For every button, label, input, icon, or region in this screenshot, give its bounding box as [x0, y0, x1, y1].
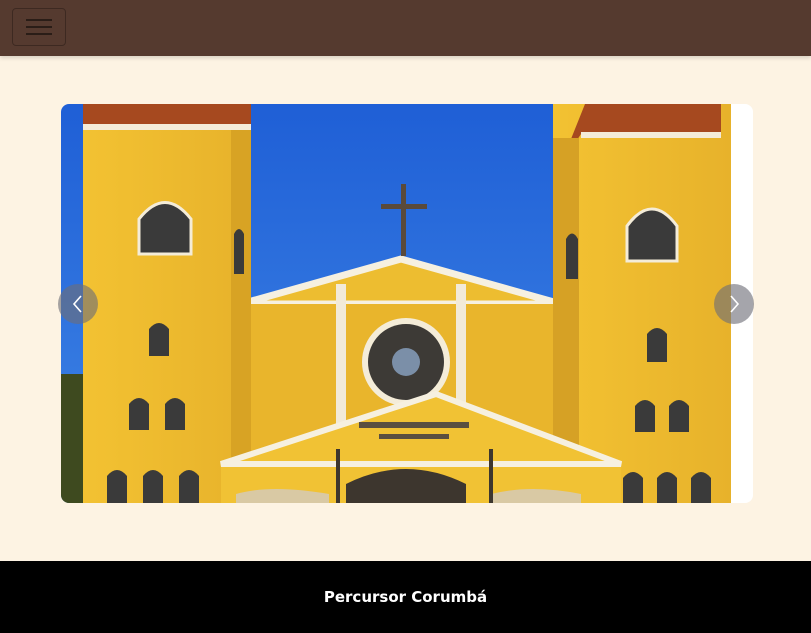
- chevron-left-icon: [72, 295, 82, 313]
- footer-title: Percursor Corumbá: [323, 588, 488, 606]
- carousel-prev-button[interactable]: [58, 284, 98, 324]
- image-carousel: [61, 104, 753, 503]
- chevron-right-icon: [730, 295, 740, 313]
- menu-toggle-button[interactable]: [12, 8, 66, 46]
- page-footer: Percursor Corumbá: [0, 561, 811, 633]
- top-navbar: [0, 0, 811, 56]
- church-facade-image: [61, 104, 731, 503]
- hamburger-menu-icon: [26, 19, 52, 35]
- carousel-next-button[interactable]: [714, 284, 754, 324]
